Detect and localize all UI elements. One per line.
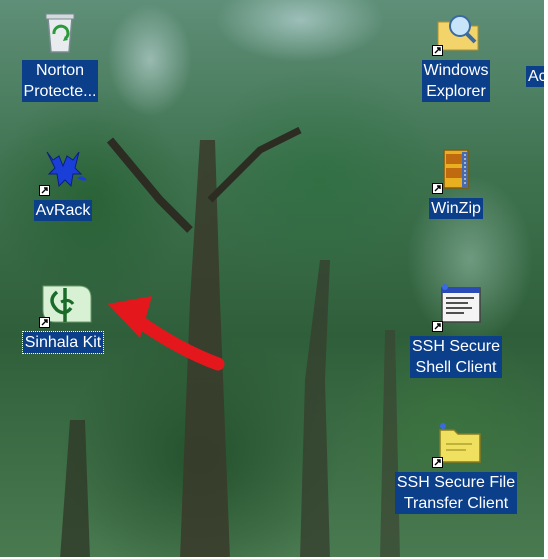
frame-edge	[544, 0, 548, 559]
red-annotation-arrow	[108, 296, 225, 371]
